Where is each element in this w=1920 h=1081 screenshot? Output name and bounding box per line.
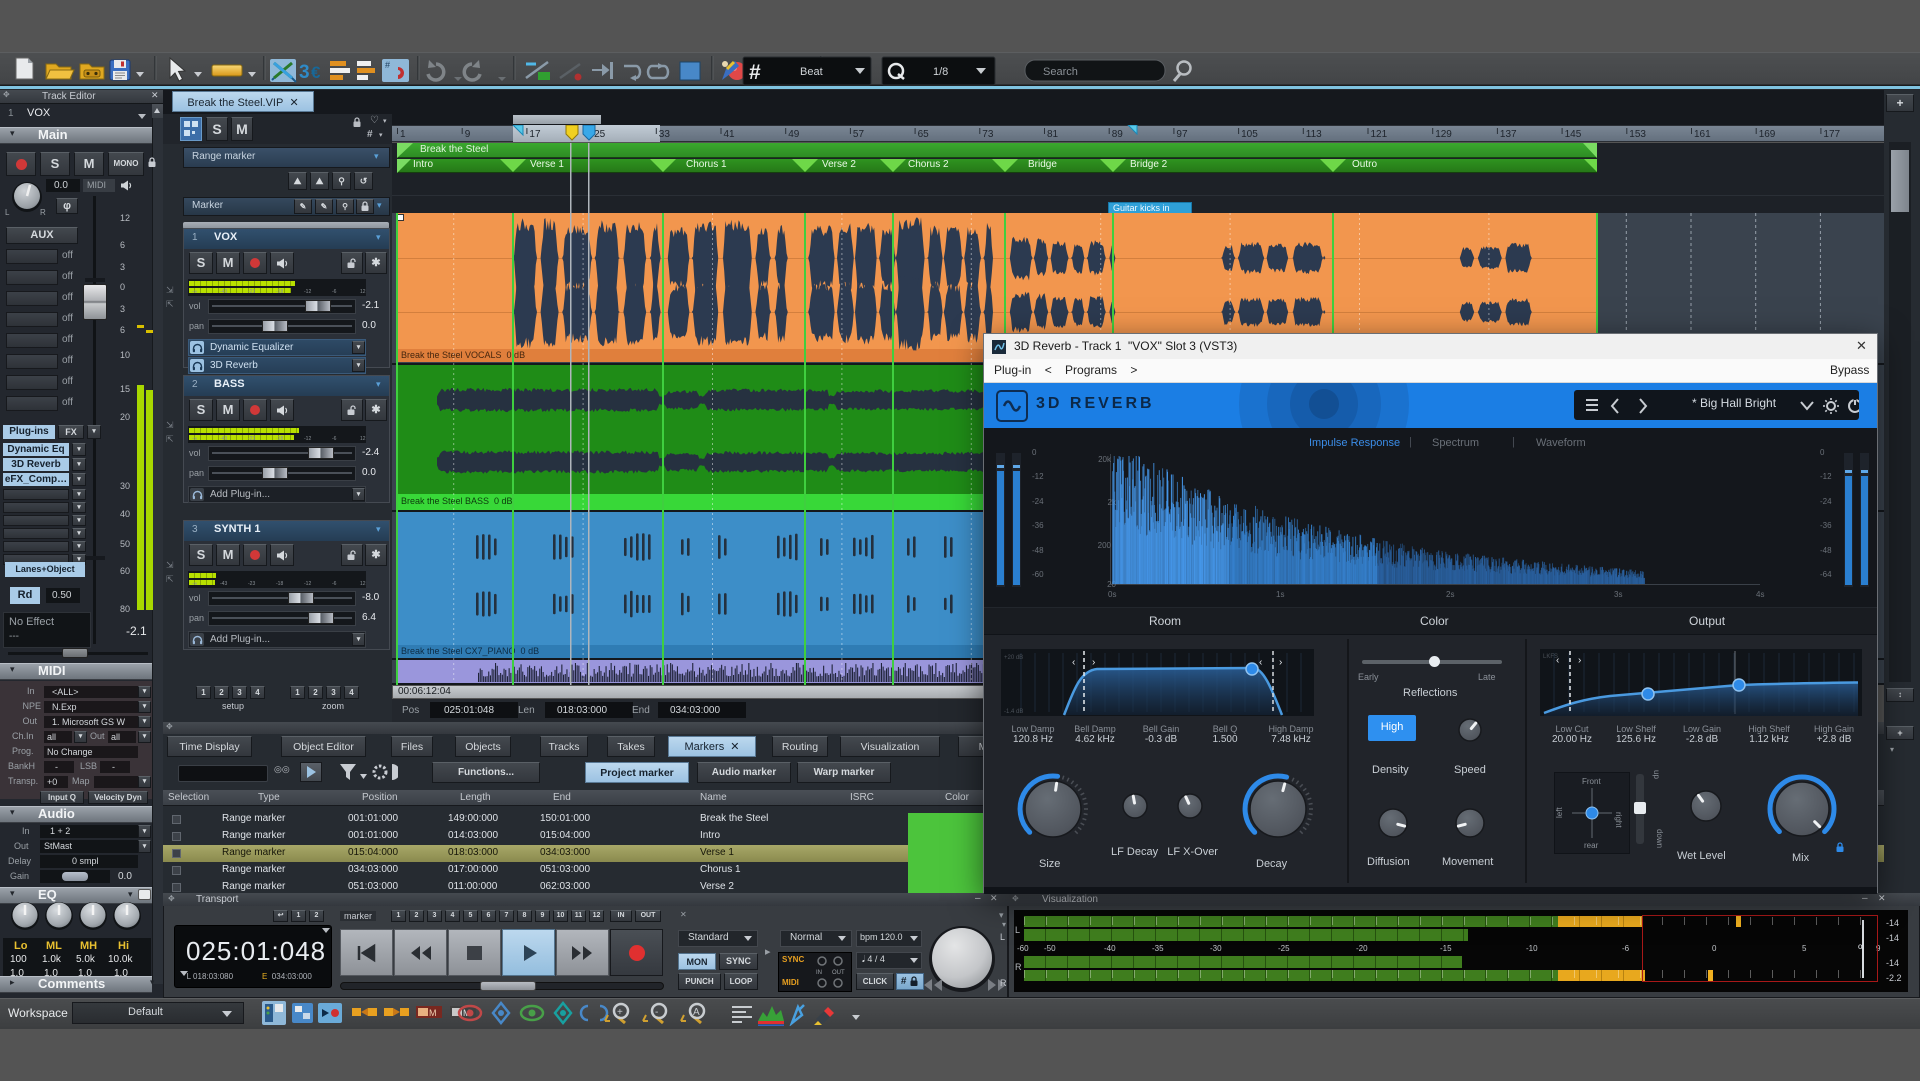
svg-text:rear: rear [1584,841,1599,850]
svg-text:57: 57 [853,129,865,140]
svg-text:113: 113 [1306,129,1322,140]
svg-text:121: 121 [1371,129,1388,140]
svg-text:Beat: Beat [800,66,823,78]
svg-text:169: 169 [1759,129,1776,140]
svg-text:›: › [1279,657,1282,668]
svg-text:€: € [311,63,321,82]
svg-text:+: + [617,1007,623,1018]
svg-text:105: 105 [1241,129,1258,140]
svg-text:17: 17 [529,129,541,140]
svg-text:OUT: OUT [832,970,845,976]
svg-text:1/8: 1/8 [933,66,948,78]
svg-text:161: 161 [1694,129,1711,140]
svg-text:‹: ‹ [1259,657,1262,668]
svg-text:›: › [1578,655,1581,666]
svg-text:129: 129 [1435,129,1452,140]
svg-text:25: 25 [594,129,606,140]
svg-text:Front: Front [1582,777,1601,786]
svg-text:left: left [1555,807,1564,818]
svg-text:M: M [429,1008,437,1018]
svg-text:89: 89 [1112,129,1124,140]
svg-text:41: 41 [724,129,736,140]
svg-text:65: 65 [918,129,930,140]
svg-text:1: 1 [400,129,406,140]
svg-text:IN: IN [816,970,822,976]
svg-text:Search: Search [1043,66,1078,78]
svg-text:97: 97 [1176,129,1188,140]
svg-text:145: 145 [1565,129,1582,140]
svg-text:LKFS: LKFS [1543,654,1558,660]
svg-text:137: 137 [1500,129,1517,140]
svg-text:73: 73 [982,129,994,140]
svg-text:177: 177 [1823,129,1840,140]
svg-text:153: 153 [1629,129,1646,140]
svg-text:3: 3 [299,62,310,83]
svg-text:-: - [655,1007,658,1018]
svg-text:33: 33 [659,129,671,140]
svg-text:#: # [385,60,390,70]
svg-text:‹: ‹ [1072,657,1075,668]
svg-text:A: A [693,1007,700,1018]
svg-text:9: 9 [465,129,471,140]
svg-text:#: # [749,61,761,84]
svg-text:49: 49 [788,129,800,140]
svg-text:81: 81 [1047,129,1059,140]
svg-text:right: right [1614,812,1623,828]
svg-text:+20 dB: +20 dB [1004,655,1023,661]
svg-text:›: › [1092,657,1095,668]
